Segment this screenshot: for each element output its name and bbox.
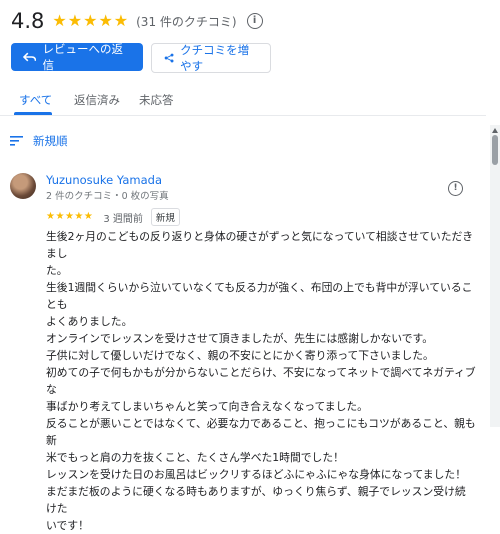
- review-line: よくありました。: [46, 315, 133, 328]
- rating-summary: 4.8 ★ ★ ★ ★ ★ (31 件のクチコミ) i: [11, 6, 263, 36]
- get-more-reviews-button[interactable]: クチコミを増やす: [151, 43, 271, 73]
- scrollbar[interactable]: [490, 125, 500, 427]
- tab-unanswered[interactable]: 未応答: [139, 92, 174, 108]
- sort-label: 新規順: [33, 134, 68, 148]
- review-text: 生後2ヶ月のこどもの反り返りと身体の硬さがずっと気になっていて相談させていただき…: [46, 228, 476, 534]
- reviewer-meta: 2 件のクチコミ・0 枚の写真: [46, 191, 169, 202]
- review-line: オンラインでレッスンを受けさせて頂きましたが、先生には感謝しかないです。: [46, 332, 434, 345]
- scroll-up-arrow-icon[interactable]: [492, 128, 498, 133]
- active-tab-indicator: [14, 112, 52, 115]
- action-buttons: レビューへの返信 クチコミを増やす: [11, 42, 271, 73]
- rating-value: 4.8: [11, 9, 45, 33]
- reviewer-name[interactable]: Yuzunosuke Yamada: [46, 173, 162, 187]
- star-icon: ★: [113, 11, 129, 30]
- star-icon: ★: [52, 11, 67, 30]
- reply-button-label: レビューへの返信: [42, 42, 123, 72]
- review-tabs: すべて 返信済み 未応答: [0, 85, 486, 116]
- star-icon: ★: [83, 11, 98, 30]
- tab-all[interactable]: すべて: [19, 92, 52, 108]
- review-line: いです！: [46, 519, 89, 532]
- new-badge: 新規: [150, 208, 180, 226]
- report-icon[interactable]: !: [448, 181, 463, 196]
- review-line: 初めての子で何もかもが分からないことだらけ、不安になってネットで調べてネガティブ…: [46, 366, 476, 396]
- get-more-button-label: クチコミを増やす: [180, 43, 250, 73]
- info-icon[interactable]: i: [246, 13, 263, 29]
- review-line: 子供に対して優しいだけでなく、親の不安にとにかく寄り添って下さいました。: [46, 349, 434, 362]
- review-line: レッスンを受けた日のお風呂はビックリするほどふにゃふにゃな身体になってました！: [46, 468, 466, 481]
- review-line: 事ばかり考えてしまいちゃんと笑って向き合えなくなってました。: [46, 400, 368, 413]
- star-icon: ★: [98, 11, 113, 30]
- avatar[interactable]: [10, 173, 36, 199]
- review-count: (31 件のクチコミ): [136, 14, 237, 29]
- star-icon: ★: [46, 211, 55, 222]
- review-line: まだまだ板のように硬くなる時もありますが、ゆっくり焦らず、親子でレッスン受け続け…: [46, 485, 466, 515]
- reply-icon: [23, 52, 37, 62]
- review-line: 反ることが悪いことではなくて、必要な力であること、抱っこにもコツがあること、親も…: [46, 417, 476, 447]
- review-time: 3 週間前: [103, 213, 143, 225]
- sort-icon: [10, 136, 23, 146]
- tab-replied[interactable]: 返信済み: [74, 92, 120, 108]
- share-icon: [164, 53, 174, 63]
- sort-selector[interactable]: 新規順: [10, 133, 68, 149]
- rating-stars: ★ ★ ★ ★ ★: [52, 13, 128, 29]
- review-line: 米でもっと肩の力を抜くこと、たくさん学べた1時間でした！: [46, 451, 344, 464]
- review-line: 生後2ヶ月のこどもの反り返りと身体の硬さがずっと気になっていて相談させていただき…: [46, 230, 474, 260]
- review-line: 生後1週間くらいから泣いていなくても反る力が強く、布団の上でも背中が浮いているこ…: [46, 281, 473, 311]
- star-icon: ★: [55, 211, 65, 222]
- star-icon: ★: [64, 211, 74, 222]
- review-rating-row: ★ ★ ★ ★ ★ 3 週間前 新規: [46, 208, 180, 226]
- scroll-thumb[interactable]: [492, 135, 498, 165]
- star-icon: ★: [83, 211, 93, 222]
- review-line: た。: [46, 264, 68, 277]
- star-icon: ★: [74, 211, 84, 222]
- star-icon: ★: [67, 11, 83, 30]
- reply-to-reviews-button[interactable]: レビューへの返信: [11, 42, 143, 72]
